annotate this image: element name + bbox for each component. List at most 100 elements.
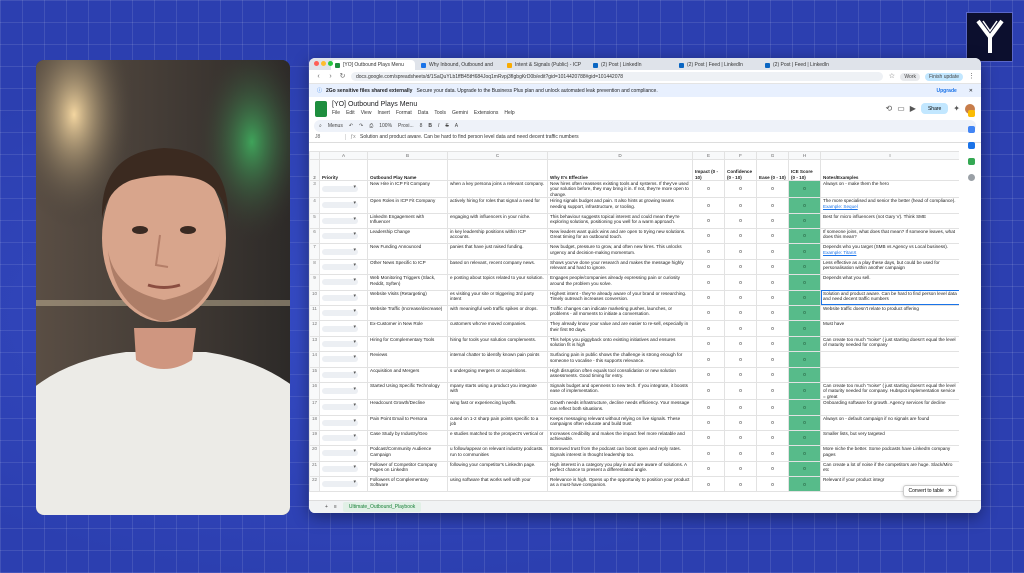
menu-item[interactable]: Data	[418, 110, 429, 116]
priority-dropdown[interactable]	[322, 278, 358, 286]
add-ons-icon[interactable]	[967, 174, 975, 181]
all-sheets-icon[interactable]: ≡	[334, 504, 337, 510]
ice-score-cell[interactable]: 0	[788, 274, 821, 291]
ice-score-cell[interactable]: 0	[788, 289, 821, 306]
why-effective-cell[interactable]: New leaders want quick wins and are open…	[547, 227, 693, 245]
description-cell[interactable]: based on relevant, recent company news.	[447, 258, 548, 276]
priority-dropdown[interactable]	[322, 217, 358, 224]
impact-cell[interactable]: 0	[692, 414, 725, 431]
ease-cell[interactable]: 0	[756, 258, 789, 276]
notes-cell[interactable]	[820, 351, 959, 368]
play-name-cell[interactable]: Website Visits (Retargeting)	[367, 289, 448, 306]
row-number[interactable]: 7	[309, 243, 320, 260]
why-effective-cell[interactable]: High disruption often equals tool consol…	[547, 366, 693, 383]
ease-cell[interactable]: 0	[756, 227, 789, 245]
redo-icon[interactable]: ↷	[359, 123, 363, 129]
ease-cell[interactable]: 0	[756, 429, 789, 447]
ease-cell[interactable]: 0	[756, 304, 789, 322]
why-effective-cell[interactable]: Shows you've done your research and make…	[547, 258, 693, 276]
description-cell[interactable]: actively hiring for roles that signal a …	[447, 197, 548, 214]
why-effective-cell[interactable]: Relevance is high. Opens up the opportun…	[547, 476, 693, 493]
priority-cell[interactable]	[319, 414, 368, 431]
why-effective-cell[interactable]: Hiring signals budget and pain. It also …	[547, 197, 693, 214]
ice-score-cell[interactable]: 0	[788, 351, 821, 368]
priority-dropdown[interactable]	[322, 403, 358, 411]
priority-dropdown[interactable]	[322, 387, 358, 395]
notes-cell[interactable]: Must have	[820, 320, 959, 337]
confidence-cell[interactable]: 0	[724, 179, 757, 199]
ice-score-cell[interactable]: 0	[788, 304, 821, 322]
spreadsheet-grid[interactable]: ABCDEFGHIJ 2 Priority Outbound Play Name…	[309, 151, 959, 501]
ice-score-cell[interactable]: 0	[788, 320, 821, 337]
ease-cell[interactable]: 0	[756, 212, 789, 230]
work-profile-button[interactable]: Work	[900, 72, 920, 81]
row-number[interactable]: 16	[309, 381, 320, 401]
ice-score-cell[interactable]: 0	[788, 212, 821, 230]
play-name-cell[interactable]: Started Using Specific Technology	[367, 381, 448, 401]
play-name-cell[interactable]: Open Roles in ICP Fit Company	[367, 197, 448, 214]
minimize-window-button[interactable]	[321, 61, 326, 66]
row-number[interactable]: 11	[309, 304, 320, 322]
column-header[interactable]: C	[447, 151, 548, 160]
description-cell[interactable]: wing fast or experiencing layoffs.	[447, 399, 548, 416]
italic-icon[interactable]: I	[438, 123, 439, 129]
sheets-icon[interactable]	[315, 100, 327, 117]
ice-score-cell[interactable]: 0	[788, 429, 821, 447]
doc-title[interactable]: [YO] Outbound Plays Menu	[332, 101, 515, 108]
forward-icon[interactable]: ›	[327, 73, 334, 80]
close-window-button[interactable]	[314, 61, 319, 66]
priority-cell[interactable]	[319, 399, 368, 416]
play-name-cell[interactable]: Case Study by Industry/Geo	[367, 429, 448, 447]
column-header[interactable]: B	[367, 151, 448, 160]
menu-item[interactable]: Extensions	[474, 110, 498, 116]
impact-cell[interactable]: 0	[692, 476, 725, 493]
confidence-cell[interactable]: 0	[724, 445, 757, 462]
upgrade-link[interactable]: Upgrade	[937, 88, 957, 94]
ease-cell[interactable]: 0	[756, 289, 789, 306]
strikethrough-icon[interactable]: S	[445, 123, 448, 129]
why-effective-cell[interactable]: Increases credibility and makes the impa…	[547, 429, 693, 447]
keep-icon[interactable]	[967, 110, 975, 117]
priority-dropdown[interactable]	[322, 294, 358, 301]
play-name-cell[interactable]: New Hire in ICP Fit Company	[367, 179, 448, 199]
column-header[interactable]: E	[692, 151, 725, 160]
close-banner-icon[interactable]: ✕	[969, 88, 973, 94]
description-cell[interactable]: engaging with influencers in your niche.	[447, 212, 548, 230]
impact-cell[interactable]: 0	[692, 366, 725, 383]
impact-cell[interactable]: 0	[692, 351, 725, 368]
row-number[interactable]: 19	[309, 429, 320, 447]
notes-cell[interactable]	[820, 366, 959, 383]
header-description[interactable]	[447, 159, 548, 181]
confidence-cell[interactable]: 0	[724, 414, 757, 431]
row-number[interactable]: 4	[309, 197, 320, 214]
play-name-cell[interactable]: New Funding Announced	[367, 243, 448, 260]
notes-cell[interactable]: Less effective as a play these days, but…	[820, 258, 959, 276]
priority-dropdown[interactable]	[322, 371, 358, 378]
confidence-cell[interactable]: 0	[724, 351, 757, 368]
menu-item[interactable]: File	[332, 110, 340, 116]
menu-item[interactable]: Format	[396, 110, 412, 116]
row-number[interactable]: 22	[309, 476, 320, 493]
browser-tab[interactable]: Intent & Signals (Public) - ICP	[503, 60, 587, 70]
header-priority[interactable]: Priority	[319, 159, 368, 181]
column-header[interactable]: I	[820, 151, 959, 160]
ice-score-cell[interactable]: 0	[788, 366, 821, 383]
column-header[interactable]: H	[788, 151, 821, 160]
share-button[interactable]: Share	[920, 103, 949, 114]
row-number[interactable]: 5	[309, 212, 320, 230]
priority-dropdown[interactable]	[322, 325, 358, 332]
confidence-cell[interactable]: 0	[724, 304, 757, 322]
impact-cell[interactable]: 0	[692, 227, 725, 245]
priority-dropdown[interactable]	[322, 480, 358, 488]
confidence-cell[interactable]: 0	[724, 197, 757, 214]
why-effective-cell[interactable]: This behaviour suggests topical interest…	[547, 212, 693, 230]
description-cell[interactable]: with meaningful web traffic spikes or dr…	[447, 304, 548, 322]
why-effective-cell[interactable]: Highest intent - they're already aware o…	[547, 289, 693, 306]
header-impact[interactable]: Impact (0 - 10)	[692, 159, 725, 181]
priority-cell[interactable]	[319, 289, 368, 306]
impact-cell[interactable]: 0	[692, 212, 725, 230]
url-field[interactable]: docs.google.com/spreadsheets/d/1SaQuYLb1…	[351, 72, 884, 81]
impact-cell[interactable]: 0	[692, 335, 725, 353]
dismiss-icon[interactable]: ✕	[948, 488, 952, 494]
priority-dropdown[interactable]	[322, 263, 358, 270]
